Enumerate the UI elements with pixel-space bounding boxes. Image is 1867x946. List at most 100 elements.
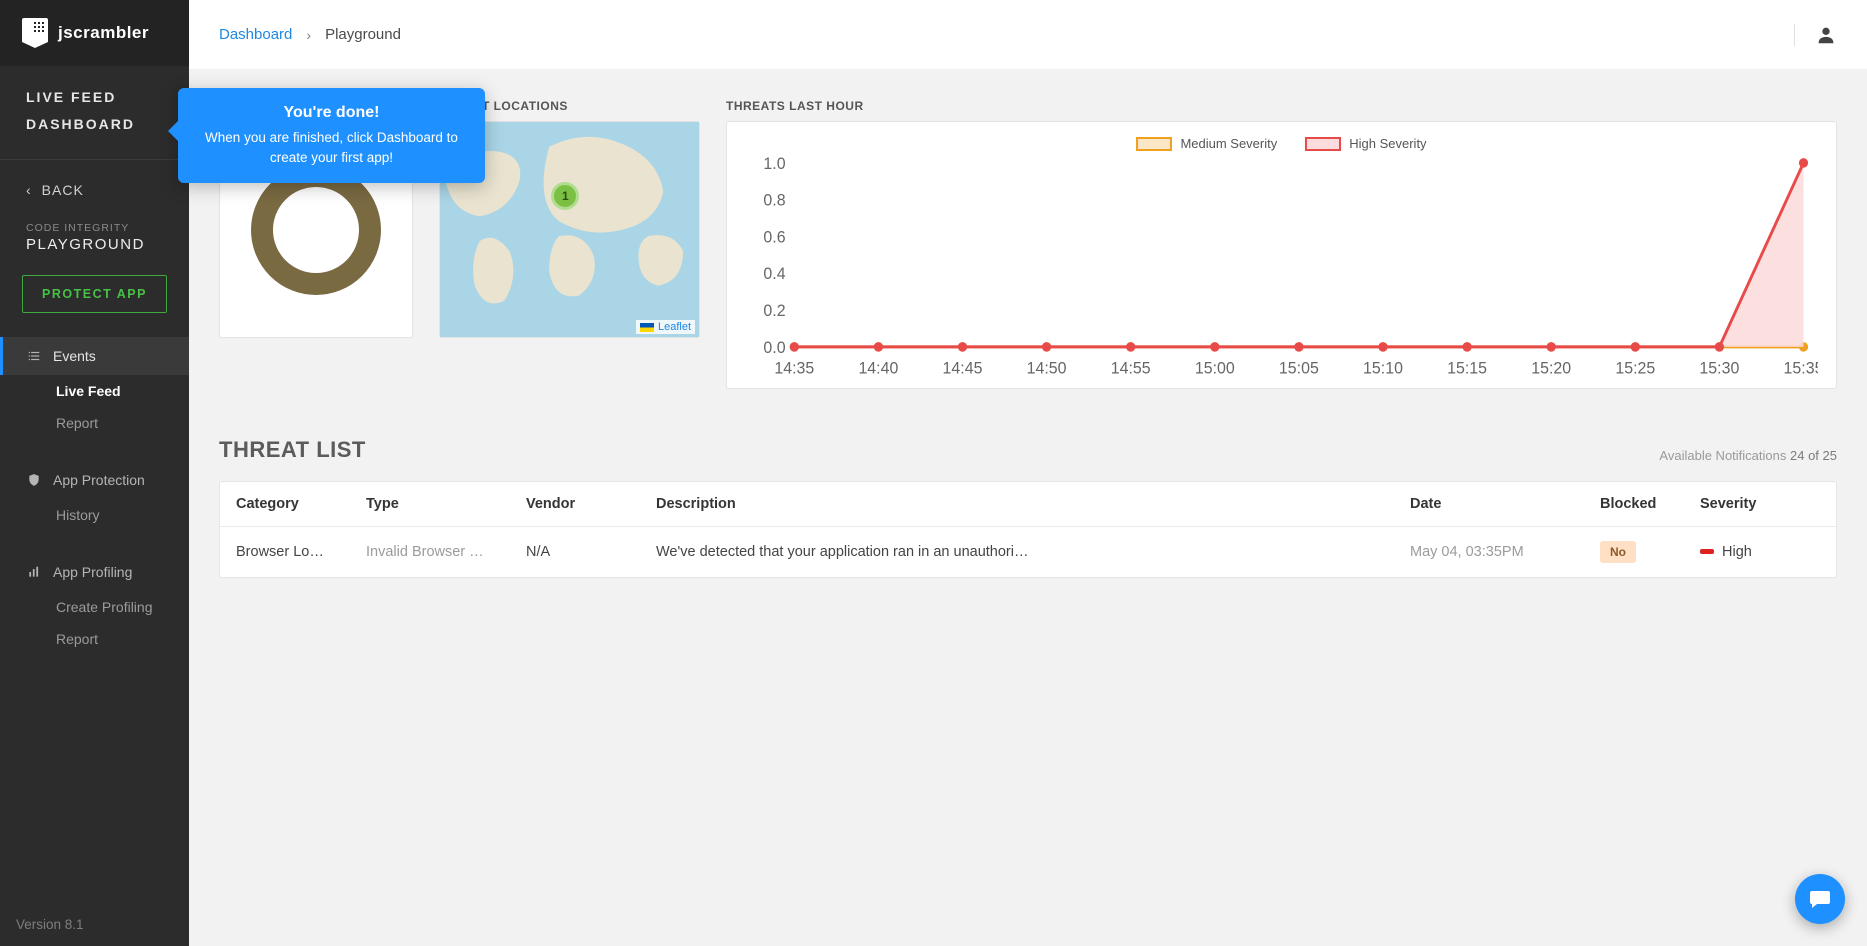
cell-category: Browser Lo… [236, 544, 366, 560]
sidebar: jscrambler LIVE FEED DASHBOARD ‹ BACK CO… [0, 0, 189, 946]
breadcrumb-current: Playground [325, 26, 401, 43]
threat-table: Category Type Vendor Description Date Bl… [219, 481, 1837, 578]
sidebar-link-live-feed[interactable]: LIVE FEED [0, 84, 189, 111]
protect-app-button[interactable]: PROTECT APP [22, 275, 167, 313]
cell-vendor: N/A [526, 544, 656, 560]
context-category-label: CODE INTEGRITY [0, 204, 189, 236]
severity-label: High [1722, 544, 1752, 560]
map-attribution: Leaflet [636, 320, 695, 334]
svg-text:14:40: 14:40 [858, 359, 898, 377]
table-header: Category Type Vendor Description Date Bl… [220, 482, 1836, 527]
available-notifications: Available Notifications 24 of 25 [1659, 448, 1837, 463]
leaflet-link[interactable]: Leaflet [658, 321, 691, 333]
svg-text:0.4: 0.4 [763, 265, 785, 283]
panel-title: THREATS LAST HOUR [726, 99, 1837, 121]
legend-high: High Severity [1305, 136, 1426, 151]
nav-item-events[interactable]: Events [0, 337, 189, 375]
svg-text:14:35: 14:35 [774, 359, 814, 377]
topbar: Dashboard › Playground [189, 0, 1867, 69]
sidebar-link-dashboard[interactable]: DASHBOARD [0, 111, 189, 138]
cell-blocked: No [1600, 541, 1700, 563]
chat-icon [1808, 887, 1832, 911]
nav-item-app-profiling[interactable]: App Profiling [0, 553, 189, 591]
nav-item-app-protection[interactable]: App Protection [0, 461, 189, 499]
map-marker-count: 1 [562, 189, 569, 203]
logo-icon [22, 18, 48, 48]
breadcrumb: Dashboard › Playground [219, 26, 401, 43]
col-vendor[interactable]: Vendor [526, 496, 656, 512]
nav: Events Live Feed Report App Protection H… [0, 337, 189, 655]
cell-type: Invalid Browser … [366, 544, 526, 560]
svg-text:0.6: 0.6 [763, 228, 785, 246]
ukraine-flag-icon [640, 323, 654, 332]
col-category[interactable]: Category [236, 496, 366, 512]
threat-list-title: THREAT LIST [219, 437, 366, 463]
svg-text:15:15: 15:15 [1447, 359, 1487, 377]
tour-popup[interactable]: You're done! When you are finished, clic… [178, 88, 485, 183]
user-icon[interactable] [1794, 24, 1837, 46]
blocked-badge: No [1600, 541, 1636, 563]
divider [0, 159, 189, 160]
nav-sub-live-feed[interactable]: Live Feed [0, 375, 189, 407]
breadcrumb-root[interactable]: Dashboard [219, 26, 292, 43]
nav-item-label: App Protection [53, 472, 145, 488]
nav-sub-events-report[interactable]: Report [0, 407, 189, 439]
svg-text:15:05: 15:05 [1279, 359, 1319, 377]
nav-sub-profiling-report[interactable]: Report [0, 623, 189, 655]
threats-last-hour-panel: THREATS LAST HOUR Medium Severity High S… [726, 99, 1837, 389]
logo[interactable]: jscrambler [0, 0, 189, 66]
nav-item-label: Events [53, 348, 96, 364]
svg-text:15:25: 15:25 [1615, 359, 1655, 377]
svg-text:15:00: 15:00 [1195, 359, 1235, 377]
svg-text:15:10: 15:10 [1363, 359, 1403, 377]
chevron-left-icon: ‹ [26, 182, 32, 198]
col-blocked[interactable]: Blocked [1600, 496, 1700, 512]
legend-swatch-high-icon [1305, 137, 1341, 151]
legend-label: High Severity [1349, 136, 1426, 151]
nav-item-label: App Profiling [53, 564, 132, 580]
svg-text:0.8: 0.8 [763, 191, 785, 209]
chart-card: Medium Severity High Severity 0.00.20.40… [726, 121, 1837, 389]
chat-button[interactable] [1795, 874, 1845, 924]
col-description[interactable]: Description [656, 496, 1410, 512]
tour-body: When you are finished, click Dashboard t… [192, 128, 471, 167]
chevron-right-icon: › [306, 27, 311, 43]
svg-text:15:35: 15:35 [1784, 359, 1818, 377]
donut-chart [251, 165, 381, 295]
list-icon [26, 349, 41, 364]
svg-text:14:50: 14:50 [1027, 359, 1067, 377]
nav-sub-history[interactable]: History [0, 499, 189, 531]
back-label: BACK [42, 182, 84, 198]
svg-text:15:30: 15:30 [1699, 359, 1739, 377]
version-label: Version 8.1 [0, 903, 189, 946]
chart-legend: Medium Severity High Severity [745, 136, 1818, 151]
svg-text:14:55: 14:55 [1111, 359, 1151, 377]
cell-severity: High [1700, 544, 1820, 560]
shield-icon [26, 473, 41, 488]
context-app-name: PLAYGROUND [0, 236, 189, 259]
legend-swatch-medium-icon [1136, 137, 1172, 151]
table-row[interactable]: Browser Lo… Invalid Browser … N/A We've … [220, 527, 1836, 577]
nav-sub-create-profiling[interactable]: Create Profiling [0, 591, 189, 623]
logo-text: jscrambler [58, 23, 149, 43]
back-button[interactable]: ‹ BACK [0, 176, 189, 204]
cell-description: We've detected that your application ran… [656, 544, 1410, 560]
bars-icon [26, 565, 41, 580]
svg-text:15:20: 15:20 [1531, 359, 1571, 377]
severity-high-icon [1700, 549, 1714, 554]
legend-medium: Medium Severity [1136, 136, 1277, 151]
col-type[interactable]: Type [366, 496, 526, 512]
svg-text:0.0: 0.0 [763, 339, 785, 357]
svg-text:0.2: 0.2 [763, 302, 785, 320]
svg-text:1.0: 1.0 [763, 157, 785, 173]
legend-label: Medium Severity [1180, 136, 1277, 151]
avail-label: Available Notifications [1659, 448, 1786, 463]
avail-count: 24 of 25 [1790, 448, 1837, 463]
col-date[interactable]: Date [1410, 496, 1600, 512]
svg-text:14:45: 14:45 [943, 359, 983, 377]
line-chart: 0.0 0.2 0.4 0.6 0.8 1.0 14:35 14:40 14:45 14:50 14… [745, 157, 1818, 380]
tour-title: You're done! [192, 104, 471, 122]
content: . THREAT LOCATIONS [189, 69, 1867, 946]
cell-date: May 04, 03:35PM [1410, 544, 1600, 560]
col-severity[interactable]: Severity [1700, 496, 1820, 512]
